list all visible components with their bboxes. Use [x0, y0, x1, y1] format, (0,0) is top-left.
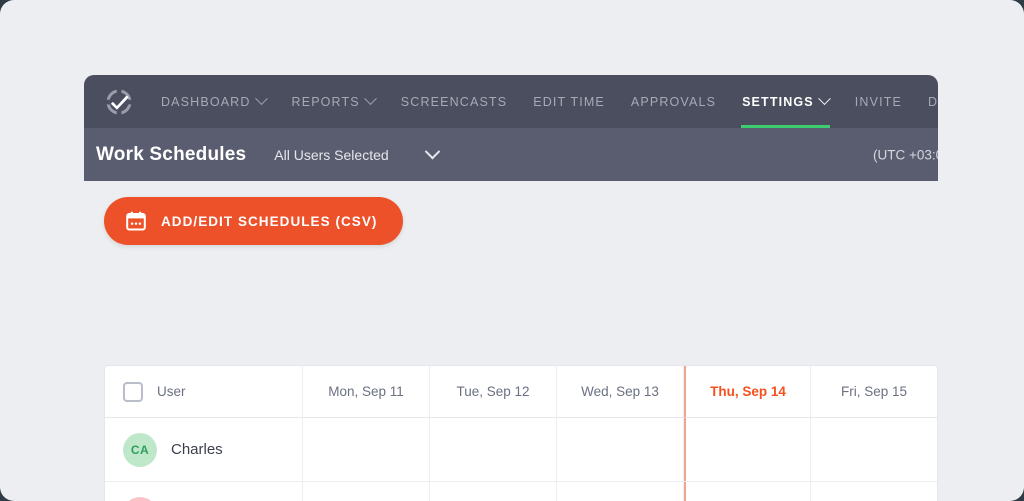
user-cell[interactable]: CA Charles	[105, 418, 303, 481]
day-column-label: Wed, Sep 13	[581, 384, 659, 399]
timezone-label: (UTC +03:00) Kiev, Euro	[873, 147, 938, 162]
nav-items: DASHBOARD REPORTS SCREENCASTS EDIT TIME …	[148, 75, 938, 128]
schedule-cell[interactable]	[557, 482, 684, 501]
avatar: CA	[123, 432, 157, 467]
schedule-cell-today[interactable]	[684, 418, 811, 481]
nav-item-download[interactable]: DOWNLOAD	[915, 75, 938, 128]
table-row: CF Chenee	[105, 482, 937, 501]
nav-item-screencasts[interactable]: SCREENCASTS	[388, 75, 520, 128]
schedule-cell[interactable]	[811, 482, 937, 501]
page-content: ADD/EDIT SCHEDULES (CSV) User Mon, Sep 1…	[84, 181, 938, 501]
schedule-cell[interactable]	[557, 418, 684, 481]
table-header-day-mon[interactable]: Mon, Sep 11	[303, 366, 430, 418]
avatar: CF	[123, 496, 157, 501]
nav-item-label: SETTINGS	[742, 94, 814, 109]
calendar-icon	[126, 211, 146, 231]
user-column-header: User	[157, 384, 186, 399]
day-column-label: Mon, Sep 11	[328, 384, 404, 399]
select-all-checkbox[interactable]	[123, 381, 143, 402]
nav-item-invite[interactable]: INVITE	[842, 75, 915, 128]
app-logo[interactable]	[96, 79, 142, 125]
nav-item-label: SCREENCASTS	[400, 94, 508, 109]
schedule-cell[interactable]	[811, 418, 937, 481]
schedule-cell[interactable]	[303, 482, 430, 501]
schedule-cell-today[interactable]	[684, 482, 811, 501]
table-header-day-tue[interactable]: Tue, Sep 12	[430, 366, 557, 418]
user-name: Charles	[171, 441, 223, 458]
chevron-down-icon	[363, 92, 377, 106]
work-schedule-table: User Mon, Sep 11 Tue, Sep 12 Wed, Sep 13…	[104, 365, 938, 501]
nav-item-label: DASHBOARD	[161, 94, 251, 109]
schedule-cell[interactable]	[430, 418, 557, 481]
chevron-down-icon	[424, 143, 440, 160]
table-row: CA Charles	[105, 418, 937, 482]
day-column-label: Tue, Sep 12	[456, 384, 530, 399]
table-header-day-wed[interactable]: Wed, Sep 13	[557, 366, 684, 418]
nav-item-dashboard[interactable]: DASHBOARD	[148, 75, 279, 128]
nav-item-label: REPORTS	[291, 94, 360, 109]
user-text: Charles	[171, 441, 223, 458]
schedule-cell[interactable]	[430, 482, 557, 501]
schedule-cell[interactable]	[303, 418, 430, 481]
nav-item-approvals[interactable]: APPROVALS	[618, 75, 729, 128]
nav-item-label: DOWNLOAD	[927, 94, 938, 109]
day-column-label-today: Thu, Sep 14	[710, 384, 786, 399]
user-filter-label: All Users Selected	[274, 146, 389, 163]
nav-item-edit-time[interactable]: EDIT TIME	[520, 75, 618, 128]
csv-button-label: ADD/EDIT SCHEDULES (CSV)	[161, 213, 378, 229]
table-header-day-thu-today[interactable]: Thu, Sep 14	[684, 366, 811, 418]
nav-item-label: APPROVALS	[630, 94, 717, 109]
page-background: DASHBOARD REPORTS SCREENCASTS EDIT TIME …	[0, 0, 1024, 501]
nav-item-settings[interactable]: SETTINGS	[729, 75, 842, 128]
nav-item-label: EDIT TIME	[533, 94, 605, 109]
add-edit-schedules-csv-button[interactable]: ADD/EDIT SCHEDULES (CSV)	[104, 197, 404, 245]
page-title: Work Schedules	[96, 143, 247, 165]
app-window: DASHBOARD REPORTS SCREENCASTS EDIT TIME …	[84, 75, 938, 501]
page-subheader: Work Schedules All Users Selected (UTC +…	[84, 128, 938, 181]
table-header-row: User Mon, Sep 11 Tue, Sep 12 Wed, Sep 13…	[105, 366, 937, 418]
user-cell[interactable]: CF Chenee	[105, 482, 303, 501]
table-header-user-cell: User	[105, 366, 303, 418]
nav-item-label: INVITE	[854, 94, 902, 109]
day-column-label: Fri, Sep 15	[840, 384, 908, 399]
table-header-day-fri[interactable]: Fri, Sep 15	[811, 366, 937, 418]
top-navigation-bar: DASHBOARD REPORTS SCREENCASTS EDIT TIME …	[84, 75, 938, 128]
chevron-down-icon	[817, 92, 831, 106]
nav-item-reports[interactable]: REPORTS	[279, 75, 388, 128]
check-circle-logo-icon	[104, 86, 134, 117]
user-filter-dropdown[interactable]: All Users Selected	[274, 143, 440, 163]
chevron-down-icon	[254, 92, 268, 106]
